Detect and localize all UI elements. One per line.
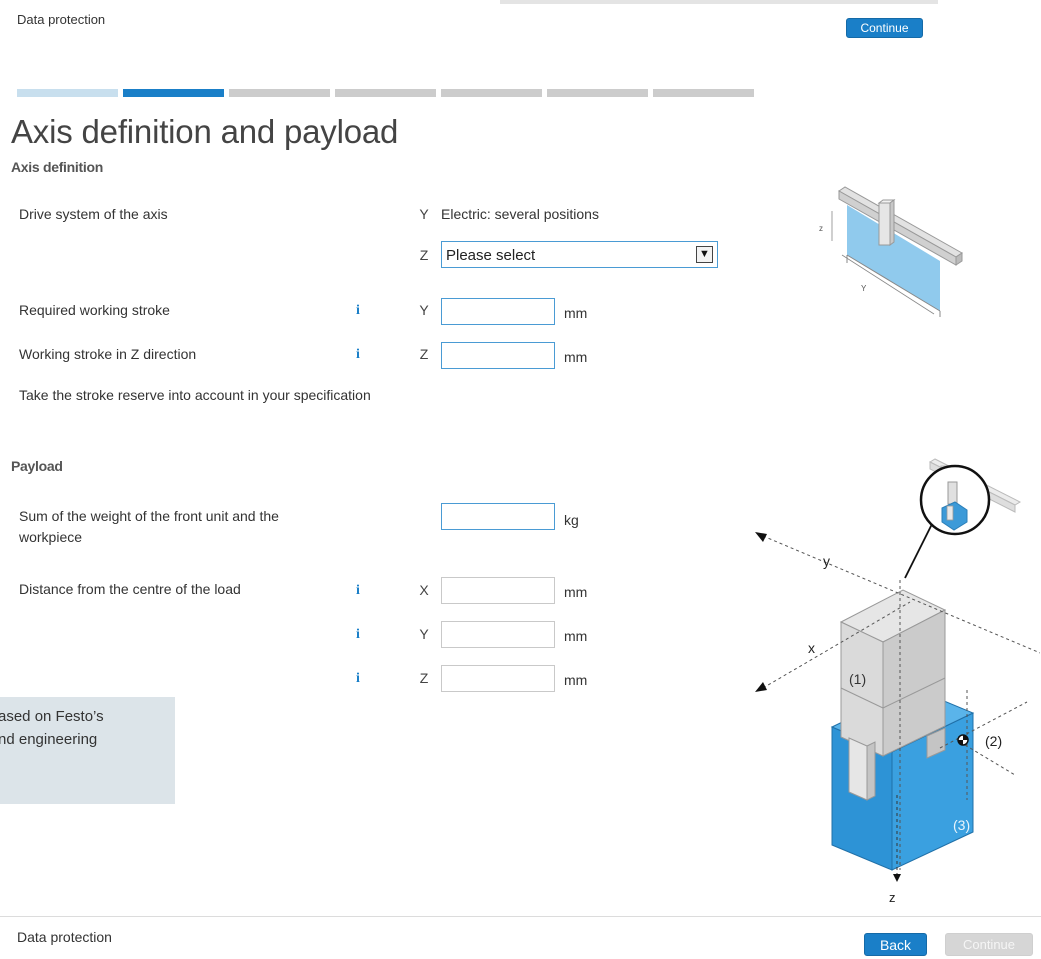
continue-button-bottom[interactable]: Continue <box>945 933 1033 956</box>
diagram-label-y-bottom: y <box>823 553 830 569</box>
drive-y-axis-label: Y <box>419 206 429 222</box>
arrow-y-icon <box>755 532 767 542</box>
working-stroke-z-label: Working stroke in Z direction <box>19 346 197 362</box>
diagram-label-x-bottom: x <box>808 640 815 656</box>
distance-x-unit: mm <box>564 584 588 600</box>
progress-step-5 <box>441 89 542 97</box>
progress-steps <box>17 89 757 97</box>
working-stroke-input[interactable] <box>441 298 555 325</box>
progress-step-3 <box>229 89 330 97</box>
top-divider <box>500 0 938 4</box>
info-note-box: ased on Festo’s nd engineering <box>0 697 175 804</box>
diagram-label-2: (2) <box>985 733 1002 749</box>
progress-step-1 <box>17 89 118 97</box>
working-stroke-unit: mm <box>564 305 588 321</box>
drive-z-select[interactable]: Please select ▼ <box>441 241 718 268</box>
data-protection-link-bottom[interactable]: Data protection <box>17 929 112 945</box>
progress-step-4 <box>335 89 436 97</box>
working-stroke-axis-label: Y <box>419 302 429 318</box>
progress-step-6 <box>547 89 648 97</box>
payload-weight-input[interactable] <box>441 503 555 530</box>
drive-z-axis-label: Z <box>419 247 429 263</box>
working-stroke-z-axis-label: Z <box>419 346 429 362</box>
distance-x-axis-label: X <box>419 582 429 598</box>
data-protection-link-top[interactable]: Data protection <box>17 12 105 27</box>
back-button[interactable]: Back <box>864 933 927 956</box>
distance-y-info-icon[interactable]: i <box>352 627 364 643</box>
stroke-reserve-note: Take the stroke reserve into account in … <box>19 387 371 403</box>
progress-step-2 <box>123 89 224 97</box>
distance-z-info-icon[interactable]: i <box>352 671 364 687</box>
distance-z-input[interactable] <box>441 665 555 692</box>
chevron-down-icon[interactable]: ▼ <box>696 246 713 263</box>
working-stroke-z-unit: mm <box>564 349 588 365</box>
drive-system-label: Drive system of the axis <box>19 206 168 222</box>
working-stroke-label: Required working stroke <box>19 302 170 318</box>
distance-y-axis-label: Y <box>419 626 429 642</box>
distance-z-unit: mm <box>564 672 588 688</box>
distance-z-axis-label: Z <box>419 670 429 686</box>
page-title: Axis definition and payload <box>11 113 399 150</box>
axis-gantry-diagram: z Y <box>819 186 963 317</box>
continue-button-top[interactable]: Continue <box>846 18 923 38</box>
payload-load-diagram: y x z (1) (2) (3) <box>755 458 1040 905</box>
diagram-label-z: z <box>819 224 823 233</box>
working-stroke-info-icon[interactable]: i <box>352 303 364 319</box>
diagram-label-y: Y <box>861 284 867 293</box>
axis-definition-heading: Axis definition <box>11 159 103 175</box>
load-distance-label: Distance from the centre of the load <box>19 581 241 597</box>
distance-y-unit: mm <box>564 628 588 644</box>
note-line-1: ased on Festo’s <box>0 708 104 725</box>
diagram-z-slide <box>878 202 891 246</box>
diagram-label-3: (3) <box>953 817 970 833</box>
payload-weight-label-line2: workpiece <box>19 529 83 545</box>
arrow-x-icon <box>755 682 767 692</box>
payload-weight-label-line1: Sum of the weight of the front unit and … <box>19 508 279 524</box>
payload-weight-unit: kg <box>564 512 579 528</box>
diagram-label-z-bottom: z <box>889 890 896 905</box>
payload-heading: Payload <box>11 458 63 474</box>
progress-step-7 <box>653 89 754 97</box>
distance-x-input[interactable] <box>441 577 555 604</box>
footer-divider <box>0 916 1041 917</box>
drive-y-value: Electric: several positions <box>441 206 599 222</box>
distance-x-info-icon[interactable]: i <box>352 583 364 599</box>
working-stroke-z-input[interactable] <box>441 342 555 369</box>
drive-z-select-value: Please select <box>446 247 536 264</box>
note-line-2: nd engineering <box>0 731 98 748</box>
distance-y-input[interactable] <box>441 621 555 648</box>
diagram-label-1: (1) <box>849 671 866 687</box>
arrow-z-icon <box>893 874 901 882</box>
working-stroke-z-info-icon[interactable]: i <box>352 347 364 363</box>
